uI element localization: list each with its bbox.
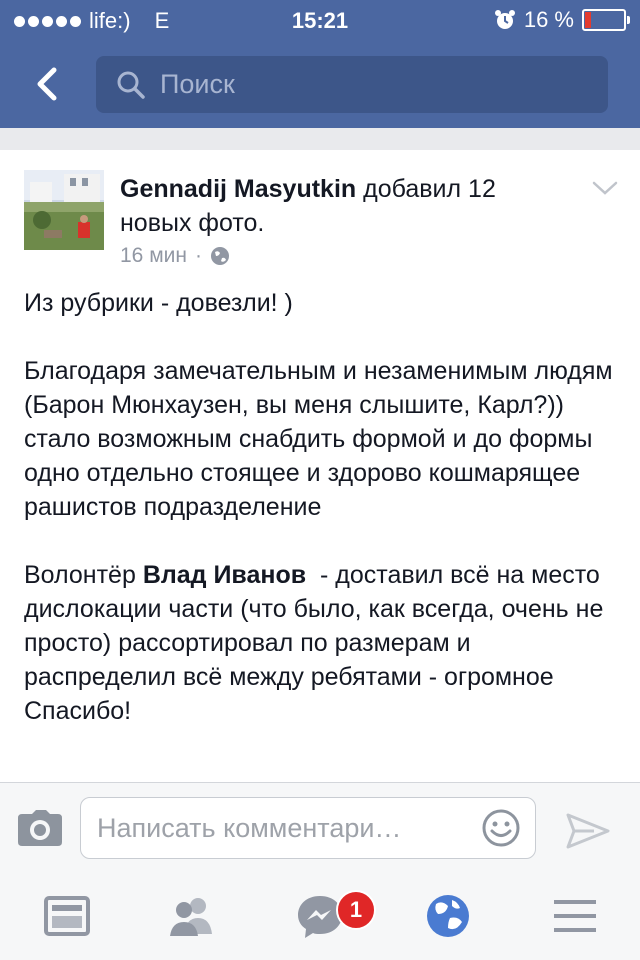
post-card: Gennadij Masyutkin добавил 12 новых фото… xyxy=(0,150,640,782)
post-body: Из рубрики - довезли! ) Благодаря замеча… xyxy=(24,286,624,762)
post-timestamp[interactable]: 16 мин xyxy=(120,244,187,268)
search-field[interactable]: Поиск xyxy=(96,56,608,113)
news-feed-icon[interactable] xyxy=(40,892,100,940)
globe-icon xyxy=(210,247,229,265)
comment-placeholder: Написать комментари… xyxy=(97,813,402,843)
battery-icon xyxy=(582,9,630,31)
post-paragraph: Благодаря замечательным и незаменимым лю… xyxy=(24,357,613,521)
menu-icon[interactable] xyxy=(546,892,606,940)
tagged-person-link[interactable]: Влад Иванов xyxy=(143,561,306,589)
top-header: life:) E 15:21 16 % Поиск xyxy=(0,0,640,128)
back-chevron-icon[interactable] xyxy=(30,66,66,102)
comment-input[interactable]: Написать комментари… xyxy=(80,797,536,859)
smiley-icon[interactable] xyxy=(481,808,521,848)
post-header-text: Gennadij Masyutkin добавил 12 новых фото… xyxy=(120,172,550,240)
post-paragraph: Из рубрики - довезли! ) xyxy=(24,289,293,317)
search-icon xyxy=(117,71,145,99)
status-bar: life:) E 15:21 16 % xyxy=(0,0,640,40)
messages-badge: 1 xyxy=(336,890,376,930)
avatar-photo xyxy=(24,170,104,250)
tab-bar xyxy=(0,872,640,960)
avatar[interactable] xyxy=(24,170,104,250)
search-placeholder: Поиск xyxy=(160,69,235,99)
friends-icon[interactable] xyxy=(162,892,222,940)
post-paragraph: Волонтёр Влад Иванов - доставил всё на м… xyxy=(24,558,624,728)
chevron-down-icon[interactable] xyxy=(592,180,618,196)
text-prefix: Волонтёр xyxy=(24,561,143,589)
battery-fill xyxy=(585,12,591,28)
battery-percent: 16 % xyxy=(523,7,574,32)
meta-separator: · xyxy=(194,244,202,267)
alarm-icon xyxy=(494,10,515,29)
notifications-globe-icon[interactable] xyxy=(418,892,478,940)
post-meta: 16 мин · xyxy=(120,244,230,268)
camera-icon[interactable] xyxy=(18,810,62,846)
status-right: 16 % xyxy=(494,7,630,33)
author-name[interactable]: Gennadij Masyutkin xyxy=(120,175,356,203)
comment-bar: Написать комментари… xyxy=(0,782,640,874)
send-icon[interactable] xyxy=(566,813,610,849)
